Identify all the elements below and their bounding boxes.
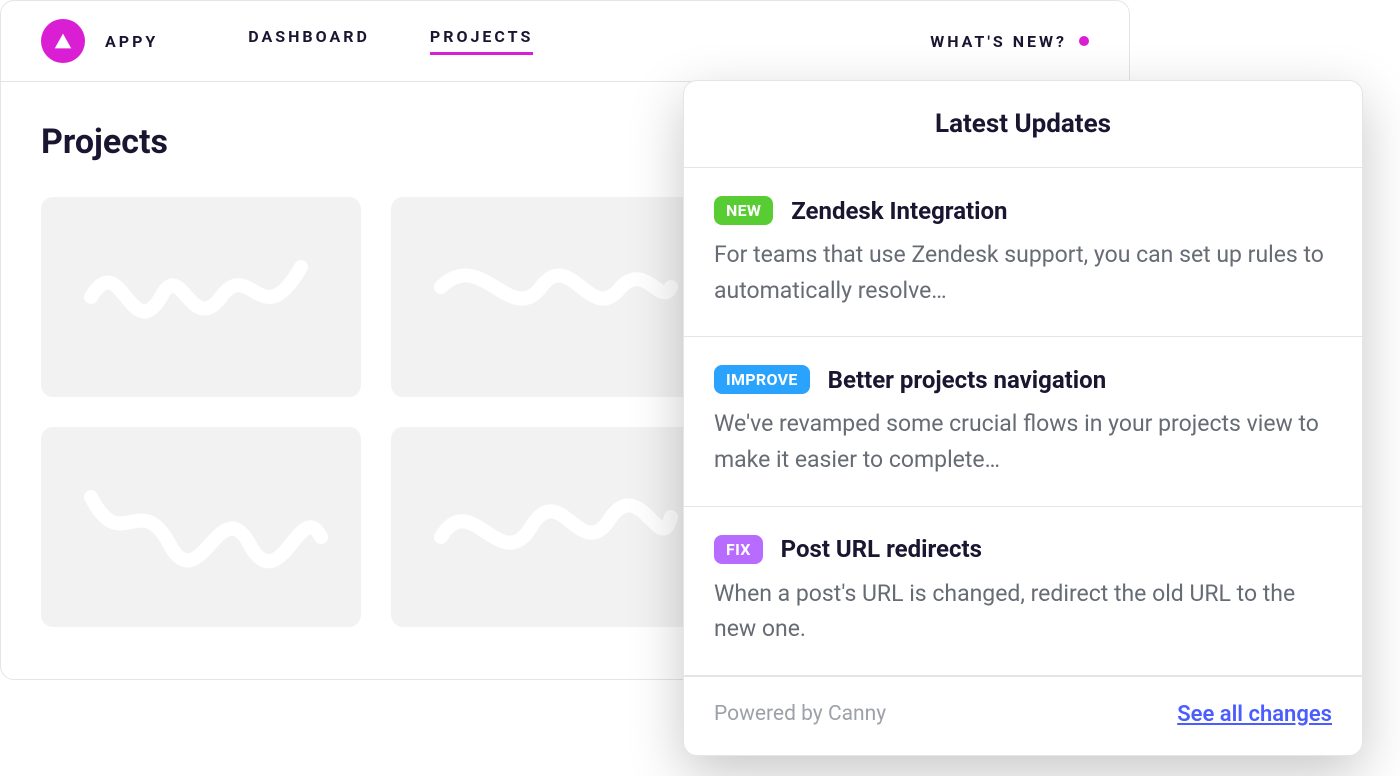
status-badge: IMPROVE — [714, 365, 810, 394]
main-nav: DASHBOARD PROJECTS — [248, 27, 533, 55]
notification-dot-icon — [1079, 36, 1089, 46]
whats-new-button[interactable]: WHAT'S NEW? — [930, 32, 1089, 51]
squiggle-icon — [421, 457, 681, 597]
project-card[interactable] — [41, 197, 361, 397]
updates-footer: Powered by Canny See all changes — [684, 676, 1362, 755]
update-title: Better projects navigation — [828, 366, 1107, 394]
squiggle-icon — [421, 227, 681, 367]
update-title: Zendesk Integration — [791, 197, 1007, 225]
app-logo[interactable] — [41, 19, 85, 63]
update-title: Post URL redirects — [781, 535, 982, 563]
project-card[interactable] — [391, 197, 711, 397]
update-item[interactable]: FIX Post URL redirects When a post's URL… — [684, 507, 1362, 676]
update-head: NEW Zendesk Integration — [714, 196, 1332, 225]
see-all-link[interactable]: See all changes — [1177, 702, 1332, 727]
status-badge: NEW — [714, 196, 773, 225]
update-description: We've revamped some crucial flows in you… — [714, 406, 1332, 477]
nav-dashboard[interactable]: DASHBOARD — [248, 27, 370, 55]
updates-panel: Latest Updates NEW Zendesk Integration F… — [683, 80, 1363, 756]
squiggle-icon — [71, 457, 331, 597]
status-badge: FIX — [714, 535, 763, 564]
squiggle-icon — [71, 227, 331, 367]
update-head: IMPROVE Better projects navigation — [714, 365, 1332, 394]
update-item[interactable]: IMPROVE Better projects navigation We've… — [684, 337, 1362, 506]
update-head: FIX Post URL redirects — [714, 535, 1332, 564]
triangle-icon — [52, 30, 74, 52]
project-card[interactable] — [391, 427, 711, 627]
update-item[interactable]: NEW Zendesk Integration For teams that u… — [684, 168, 1362, 337]
updates-panel-title: Latest Updates — [684, 81, 1362, 168]
whats-new-label: WHAT'S NEW? — [930, 32, 1067, 51]
app-header: APPY DASHBOARD PROJECTS WHAT'S NEW? — [1, 1, 1129, 82]
nav-projects[interactable]: PROJECTS — [430, 27, 533, 55]
powered-by-label: Powered by Canny — [714, 702, 886, 726]
project-card[interactable] — [41, 427, 361, 627]
update-description: For teams that use Zendesk support, you … — [714, 237, 1332, 308]
update-description: When a post's URL is changed, redirect t… — [714, 576, 1332, 647]
brand-name: APPY — [105, 32, 158, 51]
